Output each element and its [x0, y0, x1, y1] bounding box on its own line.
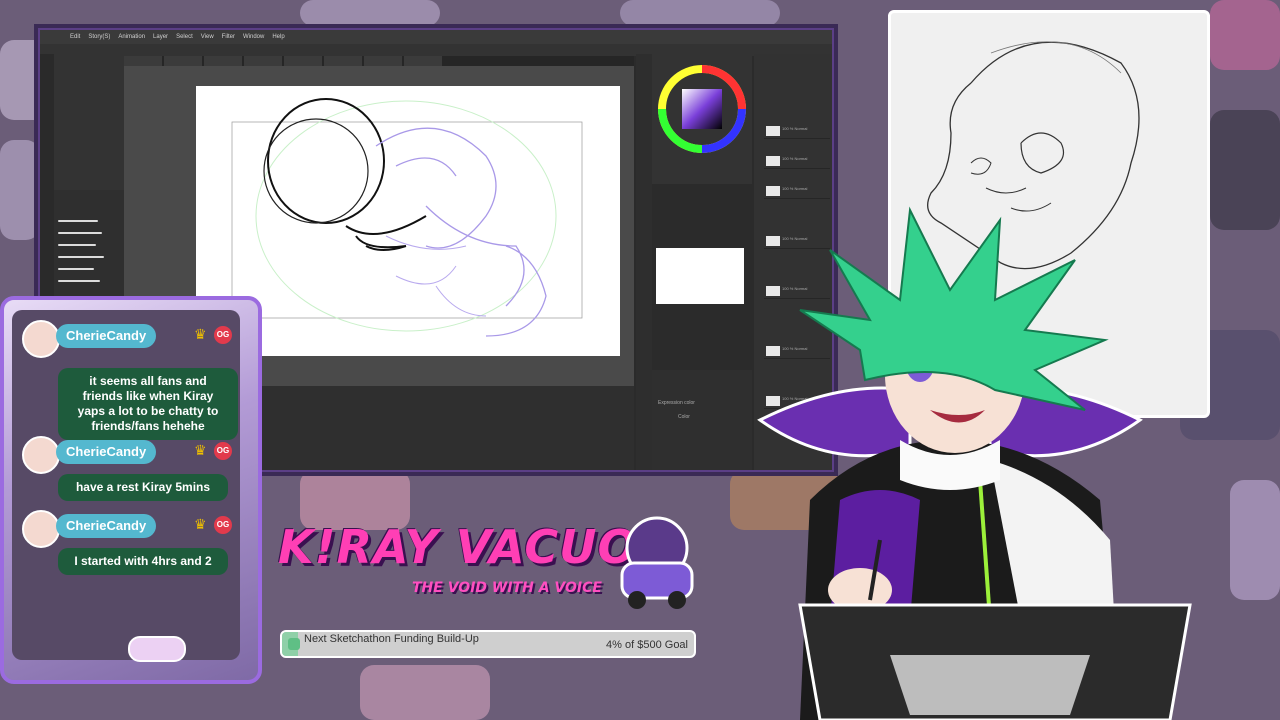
crown-icon: ♛	[194, 326, 207, 342]
layer-row[interactable]: 100 % Normal	[764, 184, 830, 199]
sticker	[1210, 110, 1280, 230]
color-mode-label[interactable]: Color	[678, 414, 690, 420]
chat-username: CherieCandy	[56, 514, 157, 538]
chat-message: CherieCandy ♛ OG it seems all fans and f…	[22, 320, 240, 440]
menu-layer[interactable]: Layer	[153, 30, 168, 44]
chat-text: it seems all fans and friends like when …	[58, 368, 238, 440]
layer-property-panel[interactable]: Expression color Color	[652, 370, 752, 470]
brush-list[interactable]	[54, 190, 124, 310]
og-badge: OG	[214, 516, 232, 534]
doc-tab[interactable]	[164, 56, 202, 66]
funding-label: Next Sketchathon Funding Build-Up	[304, 633, 479, 645]
expression-color-label: Expression color	[658, 400, 695, 406]
doc-tab[interactable]	[244, 56, 282, 66]
doc-tab[interactable]	[284, 56, 322, 66]
chat-text: I started with 4hrs and 2	[58, 548, 228, 575]
menu-help[interactable]: Help	[272, 30, 284, 44]
navigator-panel[interactable]	[652, 184, 752, 318]
color-wheel[interactable]	[652, 54, 752, 184]
avatar	[22, 436, 60, 474]
chat-message: CherieCandy ♛ OG have a rest Kiray 5mins	[22, 436, 240, 501]
sticker	[1210, 0, 1280, 70]
doc-tab[interactable]	[364, 56, 402, 66]
navigator-thumbnail[interactable]	[656, 248, 744, 304]
tool-palette[interactable]	[636, 54, 652, 470]
sticker	[0, 140, 40, 240]
sticker	[620, 0, 780, 26]
channel-logo: K!RAY VACUO THE VOID WITH A VOICE	[272, 508, 712, 628]
drawing-tablet	[798, 603, 1192, 720]
brush-preset[interactable]	[58, 244, 96, 246]
chat-feed: CherieCandy ♛ OG it seems all fans and f…	[12, 310, 240, 660]
brush-preset[interactable]	[58, 232, 102, 234]
funding-goal-text: 4% of $500 Goal	[606, 639, 688, 651]
crown-icon: ♛	[194, 516, 207, 532]
doc-tab[interactable]	[124, 56, 162, 66]
layer-label: 100 % Normal	[782, 186, 808, 191]
document-tabs[interactable]	[124, 56, 634, 66]
menu-window[interactable]: Window	[243, 30, 264, 44]
logo-title: K!RAY VACUO	[278, 520, 638, 574]
menu-select[interactable]: Select	[176, 30, 193, 44]
brush-preset[interactable]	[58, 268, 94, 270]
mascot-car-icon	[620, 516, 694, 609]
avatar	[22, 510, 60, 548]
doc-tab[interactable]	[324, 56, 362, 66]
logo-subtitle: THE VOID WITH A VOICE	[412, 580, 602, 596]
menu-bar: Edit Story(S) Animation Layer Select Vie…	[40, 30, 832, 44]
chat-message: CherieCandy ♛ OG I started with 4hrs and…	[22, 510, 240, 590]
menu-story[interactable]: Story(S)	[88, 30, 110, 44]
crown-icon: ♛	[194, 442, 207, 458]
avatar	[22, 320, 60, 358]
doc-tab[interactable]	[404, 56, 442, 66]
chat-card-handle	[128, 636, 186, 662]
menu-animation[interactable]: Animation	[118, 30, 145, 44]
brush-preset[interactable]	[58, 220, 98, 222]
menu-filter[interactable]: Filter	[222, 30, 235, 44]
heart-icon	[288, 638, 300, 650]
layer-row[interactable]: 100 % Normal	[764, 124, 830, 139]
layer-thumbnail	[766, 156, 780, 166]
brush-preset[interactable]	[58, 256, 104, 258]
brush-preset[interactable]	[58, 280, 100, 282]
layer-row[interactable]: 100 % Normal	[764, 154, 830, 169]
layer-label: 100 % Normal	[782, 156, 808, 161]
chat-text: have a rest Kiray 5mins	[58, 474, 228, 501]
menu-edit[interactable]: Edit	[70, 30, 80, 44]
chat-username: CherieCandy	[56, 440, 157, 464]
sticker	[300, 0, 440, 26]
color-wheel-panel[interactable]	[652, 54, 752, 184]
layer-label: 100 % Normal	[782, 126, 808, 131]
sticker	[360, 665, 490, 720]
chat-overlay: CherieCandy ♛ OG it seems all fans and f…	[0, 296, 262, 684]
layer-thumbnail	[766, 186, 780, 196]
chat-username: CherieCandy	[56, 324, 157, 348]
menu-view[interactable]: View	[201, 30, 214, 44]
og-badge: OG	[214, 442, 232, 460]
og-badge: OG	[214, 326, 232, 344]
funding-goal-bar: Next Sketchathon Funding Build-Up 4% of …	[280, 630, 696, 658]
doc-tab[interactable]	[204, 56, 242, 66]
sticker	[1230, 480, 1280, 600]
layer-thumbnail	[766, 126, 780, 136]
